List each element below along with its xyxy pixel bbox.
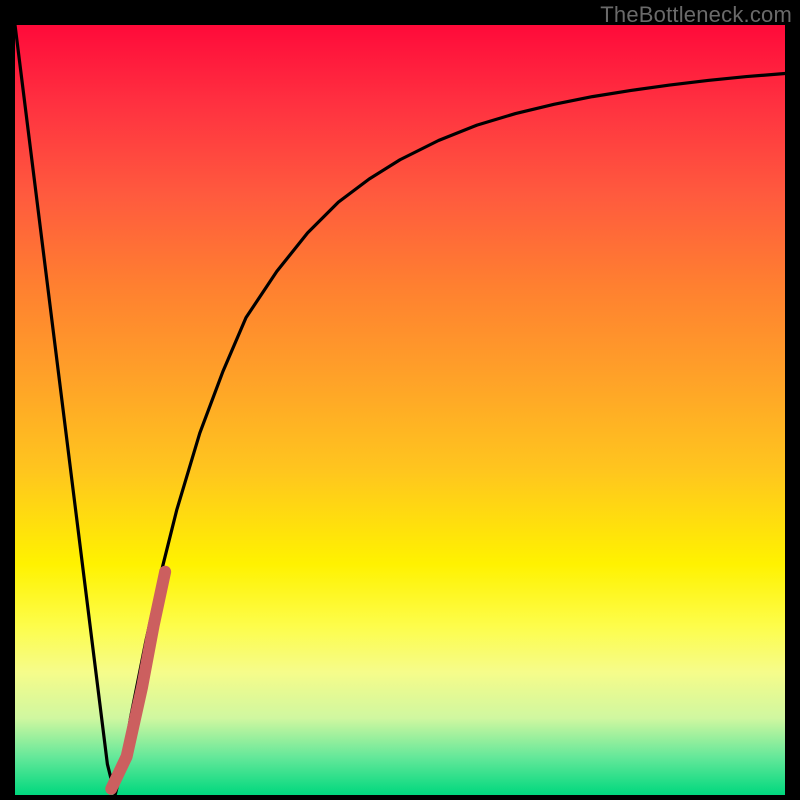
chart-svg [15,25,785,795]
chart-frame [15,25,785,795]
bottleneck-curve [15,25,785,795]
highlight-segment [111,572,165,789]
